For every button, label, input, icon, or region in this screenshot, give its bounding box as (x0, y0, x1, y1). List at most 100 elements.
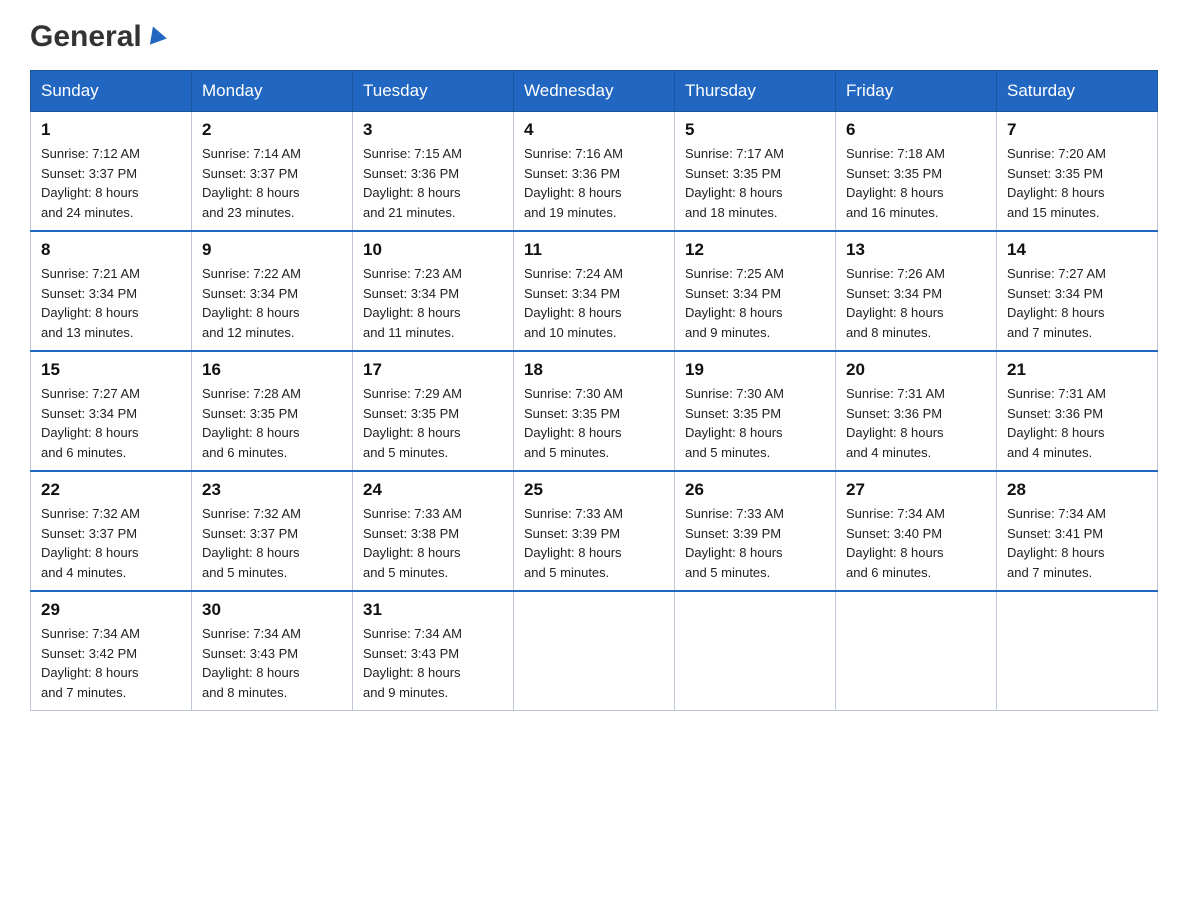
header-tuesday: Tuesday (353, 71, 514, 112)
day-info: Sunrise: 7:15 AMSunset: 3:36 PMDaylight:… (363, 144, 503, 222)
calendar-cell: 9 Sunrise: 7:22 AMSunset: 3:34 PMDaylight… (192, 231, 353, 351)
day-info: Sunrise: 7:14 AMSunset: 3:37 PMDaylight:… (202, 144, 342, 222)
day-number: 5 (685, 120, 825, 140)
day-info: Sunrise: 7:29 AMSunset: 3:35 PMDaylight:… (363, 384, 503, 462)
day-number: 1 (41, 120, 181, 140)
day-info: Sunrise: 7:34 AMSunset: 3:43 PMDaylight:… (202, 624, 342, 702)
calendar-cell (675, 591, 836, 711)
day-number: 17 (363, 360, 503, 380)
day-info: Sunrise: 7:23 AMSunset: 3:34 PMDaylight:… (363, 264, 503, 342)
calendar-cell: 21Sunrise: 7:31 AMSunset: 3:36 PMDayligh… (997, 351, 1158, 471)
day-info: Sunrise: 7:30 AMSunset: 3:35 PMDaylight:… (524, 384, 664, 462)
day-number: 23 (202, 480, 342, 500)
page-header: General (30, 20, 1158, 50)
day-number: 9 (202, 240, 342, 260)
calendar-week-5: 29 Sunrise: 7:34 AMSunset: 3:42 PMDayligh… (31, 591, 1158, 711)
calendar-cell: 26 Sunrise: 7:33 AMSunset: 3:39 PMDayligh… (675, 471, 836, 591)
header-sunday: Sunday (31, 71, 192, 112)
day-info: Sunrise: 7:25 AMSunset: 3:34 PMDaylight:… (685, 264, 825, 342)
calendar-week-1: 1 Sunrise: 7:12 AMSunset: 3:37 PMDaylight… (31, 112, 1158, 232)
calendar-cell: 30 Sunrise: 7:34 AMSunset: 3:43 PMDayligh… (192, 591, 353, 711)
calendar-cell: 22 Sunrise: 7:32 AMSunset: 3:37 PMDayligh… (31, 471, 192, 591)
day-info: Sunrise: 7:24 AMSunset: 3:34 PMDaylight:… (524, 264, 664, 342)
calendar-cell: 19Sunrise: 7:30 AMSunset: 3:35 PMDayligh… (675, 351, 836, 471)
day-info: Sunrise: 7:34 AMSunset: 3:42 PMDaylight:… (41, 624, 181, 702)
calendar-cell: 17 Sunrise: 7:29 AMSunset: 3:35 PMDayligh… (353, 351, 514, 471)
day-number: 18 (524, 360, 664, 380)
day-info: Sunrise: 7:33 AMSunset: 3:39 PMDaylight:… (685, 504, 825, 582)
calendar-cell (997, 591, 1158, 711)
day-info: Sunrise: 7:31 AMSunset: 3:36 PMDaylight:… (846, 384, 986, 462)
calendar-cell: 6 Sunrise: 7:18 AMSunset: 3:35 PMDaylight… (836, 112, 997, 232)
day-number: 13 (846, 240, 986, 260)
day-number: 3 (363, 120, 503, 140)
day-info: Sunrise: 7:32 AMSunset: 3:37 PMDaylight:… (41, 504, 181, 582)
calendar-cell: 28 Sunrise: 7:34 AMSunset: 3:41 PMDayligh… (997, 471, 1158, 591)
day-number: 31 (363, 600, 503, 620)
day-info: Sunrise: 7:34 AMSunset: 3:40 PMDaylight:… (846, 504, 986, 582)
calendar-cell: 7 Sunrise: 7:20 AMSunset: 3:35 PMDaylight… (997, 112, 1158, 232)
calendar-cell: 8Sunrise: 7:21 AMSunset: 3:34 PMDaylight… (31, 231, 192, 351)
day-info: Sunrise: 7:17 AMSunset: 3:35 PMDaylight:… (685, 144, 825, 222)
day-number: 16 (202, 360, 342, 380)
calendar-cell: 2 Sunrise: 7:14 AMSunset: 3:37 PMDaylight… (192, 112, 353, 232)
calendar-cell: 15 Sunrise: 7:27 AMSunset: 3:34 PMDayligh… (31, 351, 192, 471)
calendar-week-4: 22 Sunrise: 7:32 AMSunset: 3:37 PMDayligh… (31, 471, 1158, 591)
calendar-cell: 5 Sunrise: 7:17 AMSunset: 3:35 PMDaylight… (675, 112, 836, 232)
day-info: Sunrise: 7:21 AMSunset: 3:34 PMDaylight:… (41, 264, 181, 342)
calendar-week-2: 8Sunrise: 7:21 AMSunset: 3:34 PMDaylight… (31, 231, 1158, 351)
day-number: 20 (846, 360, 986, 380)
calendar-cell: 14 Sunrise: 7:27 AMSunset: 3:34 PMDayligh… (997, 231, 1158, 351)
day-info: Sunrise: 7:33 AMSunset: 3:38 PMDaylight:… (363, 504, 503, 582)
calendar-cell: 12Sunrise: 7:25 AMSunset: 3:34 PMDayligh… (675, 231, 836, 351)
day-number: 28 (1007, 480, 1147, 500)
day-info: Sunrise: 7:33 AMSunset: 3:39 PMDaylight:… (524, 504, 664, 582)
day-number: 15 (41, 360, 181, 380)
day-number: 11 (524, 240, 664, 260)
logo-top: General (30, 20, 167, 54)
day-info: Sunrise: 7:12 AMSunset: 3:37 PMDaylight:… (41, 144, 181, 222)
day-info: Sunrise: 7:27 AMSunset: 3:34 PMDaylight:… (1007, 264, 1147, 342)
day-info: Sunrise: 7:18 AMSunset: 3:35 PMDaylight:… (846, 144, 986, 222)
calendar-cell: 13 Sunrise: 7:26 AMSunset: 3:34 PMDayligh… (836, 231, 997, 351)
day-number: 14 (1007, 240, 1147, 260)
calendar-cell: 1 Sunrise: 7:12 AMSunset: 3:37 PMDaylight… (31, 112, 192, 232)
calendar-table: SundayMondayTuesdayWednesdayThursdayFrid… (30, 70, 1158, 711)
day-info: Sunrise: 7:34 AMSunset: 3:41 PMDaylight:… (1007, 504, 1147, 582)
header-thursday: Thursday (675, 71, 836, 112)
day-number: 22 (41, 480, 181, 500)
calendar-cell: 31 Sunrise: 7:34 AMSunset: 3:43 PMDayligh… (353, 591, 514, 711)
calendar-cell: 4 Sunrise: 7:16 AMSunset: 3:36 PMDaylight… (514, 112, 675, 232)
calendar-cell: 11 Sunrise: 7:24 AMSunset: 3:34 PMDayligh… (514, 231, 675, 351)
day-info: Sunrise: 7:20 AMSunset: 3:35 PMDaylight:… (1007, 144, 1147, 222)
header-saturday: Saturday (997, 71, 1158, 112)
day-info: Sunrise: 7:27 AMSunset: 3:34 PMDaylight:… (41, 384, 181, 462)
calendar-cell: 3 Sunrise: 7:15 AMSunset: 3:36 PMDaylight… (353, 112, 514, 232)
day-info: Sunrise: 7:22 AMSunset: 3:34 PMDaylight:… (202, 264, 342, 342)
day-number: 4 (524, 120, 664, 140)
day-info: Sunrise: 7:16 AMSunset: 3:36 PMDaylight:… (524, 144, 664, 222)
day-info: Sunrise: 7:26 AMSunset: 3:34 PMDaylight:… (846, 264, 986, 342)
calendar-cell: 20 Sunrise: 7:31 AMSunset: 3:36 PMDayligh… (836, 351, 997, 471)
day-number: 10 (363, 240, 503, 260)
day-info: Sunrise: 7:34 AMSunset: 3:43 PMDaylight:… (363, 624, 503, 702)
day-number: 2 (202, 120, 342, 140)
day-number: 27 (846, 480, 986, 500)
day-number: 6 (846, 120, 986, 140)
day-number: 25 (524, 480, 664, 500)
day-number: 26 (685, 480, 825, 500)
day-info: Sunrise: 7:28 AMSunset: 3:35 PMDaylight:… (202, 384, 342, 462)
day-number: 7 (1007, 120, 1147, 140)
day-number: 30 (202, 600, 342, 620)
calendar-cell (836, 591, 997, 711)
logo: General (30, 20, 167, 50)
calendar-cell: 25 Sunrise: 7:33 AMSunset: 3:39 PMDayligh… (514, 471, 675, 591)
day-number: 29 (41, 600, 181, 620)
day-info: Sunrise: 7:30 AMSunset: 3:35 PMDaylight:… (685, 384, 825, 462)
calendar-cell: 29 Sunrise: 7:34 AMSunset: 3:42 PMDayligh… (31, 591, 192, 711)
calendar-header-row: SundayMondayTuesdayWednesdayThursdayFrid… (31, 71, 1158, 112)
day-info: Sunrise: 7:32 AMSunset: 3:37 PMDaylight:… (202, 504, 342, 582)
header-monday: Monday (192, 71, 353, 112)
header-friday: Friday (836, 71, 997, 112)
calendar-week-3: 15 Sunrise: 7:27 AMSunset: 3:34 PMDayligh… (31, 351, 1158, 471)
